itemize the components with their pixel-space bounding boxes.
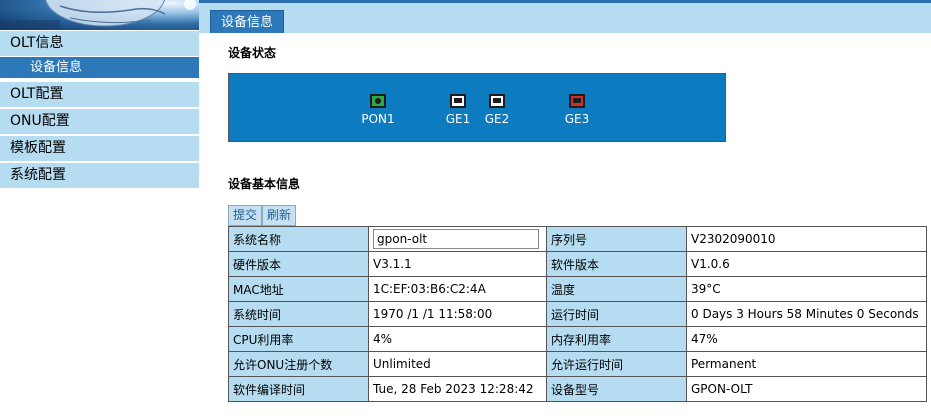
port-label: PON1 — [361, 112, 395, 126]
hardware-version-value: V3.1.1 — [368, 251, 547, 277]
basic-info-title: 设备基本信息 — [228, 177, 301, 191]
tab-bar: 设备信息 — [199, 3, 931, 33]
table-row: MAC地址 1C:EF:03:B6:C2:4A 温度 39°C — [228, 276, 927, 302]
port-pon1[interactable]: PON1 — [358, 94, 398, 126]
ethernet-port-icon — [489, 94, 505, 108]
label-onu-registration-limit: 允许ONU注册个数 — [228, 351, 369, 377]
label-system-time: 系统时间 — [228, 301, 369, 327]
port-ge2[interactable]: GE2 — [477, 94, 517, 126]
label-cpu-usage: CPU利用率 — [228, 326, 369, 352]
port-label: GE2 — [484, 112, 510, 126]
cpu-usage-value: 4% — [368, 326, 547, 352]
system-name-cell — [368, 226, 547, 252]
sidebar-item-olt-config[interactable]: OLT配置 — [0, 82, 199, 107]
label-software-version: 软件版本 — [546, 251, 687, 277]
sidebar-item-device-info[interactable]: 设备信息 — [0, 57, 199, 78]
table-row: 系统时间 1970 /1 /1 11:58:00 运行时间 0 Days 3 H… — [228, 301, 927, 327]
system-name-input[interactable] — [373, 229, 539, 249]
table-row: 硬件版本 V3.1.1 软件版本 V1.0.6 — [228, 251, 927, 277]
table-row: 允许ONU注册个数 Unlimited 允许运行时间 Permanent — [228, 351, 927, 377]
label-mac-address: MAC地址 — [228, 276, 369, 302]
table-row: 软件编译时间 Tue, 28 Feb 2023 12:28:42 设备型号 GP… — [228, 376, 927, 402]
sidebar-item-olt-info[interactable]: OLT信息 — [0, 31, 199, 56]
port-ge1[interactable]: GE1 — [438, 94, 478, 126]
uptime-value: 0 Days 3 Hours 58 Minutes 0 Seconds — [686, 301, 927, 327]
temperature-value: 39°C — [686, 276, 927, 302]
action-buttons: 提交 刷新 — [228, 205, 297, 226]
globe-banner-icon — [0, 0, 196, 30]
device-status-panel: PON1 GE1 GE2 GE3 — [228, 73, 726, 142]
sidebar-item-template-config[interactable]: 模板配置 — [0, 136, 199, 161]
sidebar-item-onu-config[interactable]: ONU配置 — [0, 109, 199, 134]
label-device-model: 设备型号 — [546, 376, 687, 402]
software-version-value: V1.0.6 — [686, 251, 927, 277]
system-time-value: 1970 /1 /1 11:58:00 — [368, 301, 547, 327]
build-time-value: Tue, 28 Feb 2023 12:28:42 — [368, 376, 547, 402]
onu-registration-limit-value: Unlimited — [368, 351, 547, 377]
label-memory-usage: 内存利用率 — [546, 326, 687, 352]
label-build-time: 软件编译时间 — [228, 376, 369, 402]
label-temperature: 温度 — [546, 276, 687, 302]
port-label: GE3 — [564, 112, 590, 126]
tab-device-info[interactable]: 设备信息 — [210, 10, 285, 33]
device-model-value: GPON-OLT — [686, 376, 927, 402]
label-serial-number: 序列号 — [546, 226, 687, 252]
ethernet-port-icon — [450, 94, 466, 108]
mac-address-value: 1C:EF:03:B6:C2:4A — [368, 276, 547, 302]
label-allowed-runtime: 允许运行时间 — [546, 351, 687, 377]
device-status-title: 设备状态 — [228, 46, 277, 60]
sidebar-item-system-config[interactable]: 系统配置 — [0, 163, 199, 188]
label-system-name: 系统名称 — [228, 226, 369, 252]
ethernet-port-fault-icon — [569, 94, 585, 108]
pon-port-icon — [370, 94, 386, 108]
sidebar: OLT信息 设备信息 OLT配置 ONU配置 模板配置 系统配置 — [0, 0, 199, 420]
port-ge3[interactable]: GE3 — [557, 94, 597, 126]
label-hardware-version: 硬件版本 — [228, 251, 369, 277]
device-info-table: 系统名称 序列号 V2302090010 硬件版本 V3.1.1 软件版本 V1… — [228, 226, 927, 402]
memory-usage-value: 47% — [686, 326, 927, 352]
submit-button[interactable]: 提交 — [228, 205, 263, 226]
banner-logo — [0, 0, 199, 30]
serial-number-value: V2302090010 — [686, 226, 927, 252]
refresh-button[interactable]: 刷新 — [262, 205, 297, 226]
table-row: CPU利用率 4% 内存利用率 47% — [228, 326, 927, 352]
label-uptime: 运行时间 — [546, 301, 687, 327]
table-row: 系统名称 序列号 V2302090010 — [228, 226, 927, 252]
allowed-runtime-value: Permanent — [686, 351, 927, 377]
port-label: GE1 — [445, 112, 471, 126]
